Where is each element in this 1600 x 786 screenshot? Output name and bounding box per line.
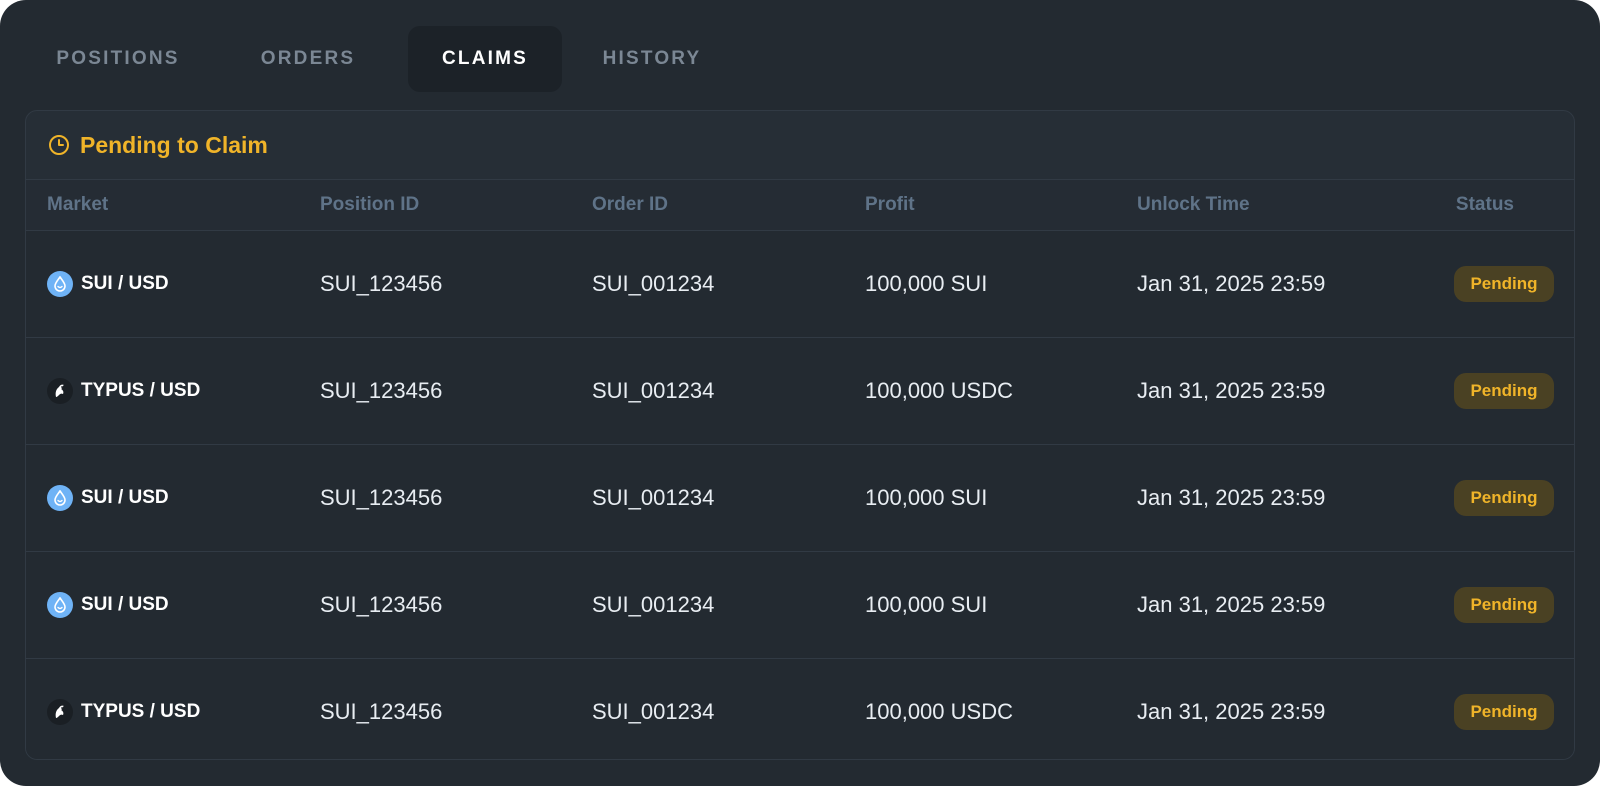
typus-icon [47, 378, 73, 404]
order-id-cell: SUI_001234 [592, 485, 715, 510]
table-row[interactable]: TYPUS / USD SUI_123456 SUI_001234 100,000 U… [26, 659, 1574, 759]
tab-history[interactable]: HISTORY [562, 26, 742, 92]
profit-cell: 100,000 USDC [865, 699, 1013, 724]
table-row[interactable]: SUI / USD SUI_123456 SUI_001234 100,000 SUI… [26, 552, 1574, 659]
claims-panel: POSITIONS ORDERS CLAIMS HISTORY Pending … [0, 0, 1600, 786]
order-id-cell: SUI_001234 [592, 378, 715, 403]
unlock-time-cell: Jan 31, 2025 23:59 [1137, 699, 1326, 724]
market-label: TYPUS / USD [81, 701, 201, 722]
market-label: TYPUS / USD [81, 380, 201, 401]
clock-icon [48, 134, 70, 156]
order-id-cell: SUI_001234 [592, 592, 715, 617]
order-id-cell: SUI_001234 [592, 271, 715, 296]
tab-bar: POSITIONS ORDERS CLAIMS HISTORY [28, 26, 742, 92]
position-id-cell: SUI_123456 [320, 699, 443, 724]
profit-cell: 100,000 SUI [865, 592, 988, 617]
market-cell: TYPUS / USD [47, 659, 201, 759]
header-profit: Profit [865, 194, 915, 215]
header-position-id: Position ID [320, 194, 420, 215]
sui-icon [47, 271, 73, 297]
position-id-cell: SUI_123456 [320, 592, 443, 617]
market-label: SUI / USD [81, 487, 169, 508]
sui-icon [47, 592, 73, 618]
header-unlock-time: Unlock Time [1137, 194, 1250, 215]
sui-icon [47, 485, 73, 511]
status-badge: Pending [1454, 266, 1554, 302]
tab-orders[interactable]: ORDERS [208, 26, 408, 92]
tab-positions[interactable]: POSITIONS [28, 26, 208, 92]
card-header: Pending to Claim [26, 111, 1574, 180]
header-status: Status [1455, 194, 1514, 215]
status-badge: Pending [1454, 694, 1554, 730]
market-cell: SUI / USD [47, 552, 169, 658]
table-header: Market Position ID Order ID Profit Unloc… [26, 180, 1574, 231]
table-row[interactable]: SUI / USD SUI_123456 SUI_001234 100,000 SUI… [26, 445, 1574, 552]
table-body: SUI / USD SUI_123456 SUI_001234 100,000 SUI… [26, 231, 1574, 759]
market-cell: SUI / USD [47, 445, 169, 551]
order-id-cell: SUI_001234 [592, 699, 715, 724]
unlock-time-cell: Jan 31, 2025 23:59 [1137, 485, 1326, 510]
market-cell: TYPUS / USD [47, 338, 200, 444]
position-id-cell: SUI_123456 [320, 271, 443, 296]
profit-cell: 100,000 SUI [865, 271, 988, 296]
claims-card: Pending to Claim Market Position ID Orde… [25, 110, 1575, 760]
table-row[interactable]: TYPUS / USD SUI_123456 SUI_001234 100,000 U… [26, 338, 1574, 445]
position-id-cell: SUI_123456 [320, 378, 443, 403]
header-order-id: Order ID [592, 194, 669, 215]
profit-cell: 100,000 USDC [865, 378, 1013, 403]
unlock-time-cell: Jan 31, 2025 23:59 [1137, 271, 1326, 296]
status-badge: Pending [1454, 587, 1554, 623]
market-cell: SUI / USD [47, 231, 169, 337]
typus-icon [47, 699, 73, 725]
tab-claims[interactable]: CLAIMS [408, 26, 562, 92]
position-id-cell: SUI_123456 [320, 485, 443, 510]
status-badge: Pending [1454, 480, 1554, 516]
card-title: Pending to Claim [80, 131, 268, 158]
unlock-time-cell: Jan 31, 2025 23:59 [1137, 378, 1326, 403]
profit-cell: 100,000 SUI [865, 485, 988, 510]
status-badge: Pending [1454, 373, 1554, 409]
market-label: SUI / USD [81, 594, 169, 615]
header-market: Market [47, 194, 109, 215]
unlock-time-cell: Jan 31, 2025 23:59 [1137, 592, 1326, 617]
market-label: SUI / USD [81, 273, 169, 294]
table-row[interactable]: SUI / USD SUI_123456 SUI_001234 100,000 SUI… [26, 231, 1574, 338]
